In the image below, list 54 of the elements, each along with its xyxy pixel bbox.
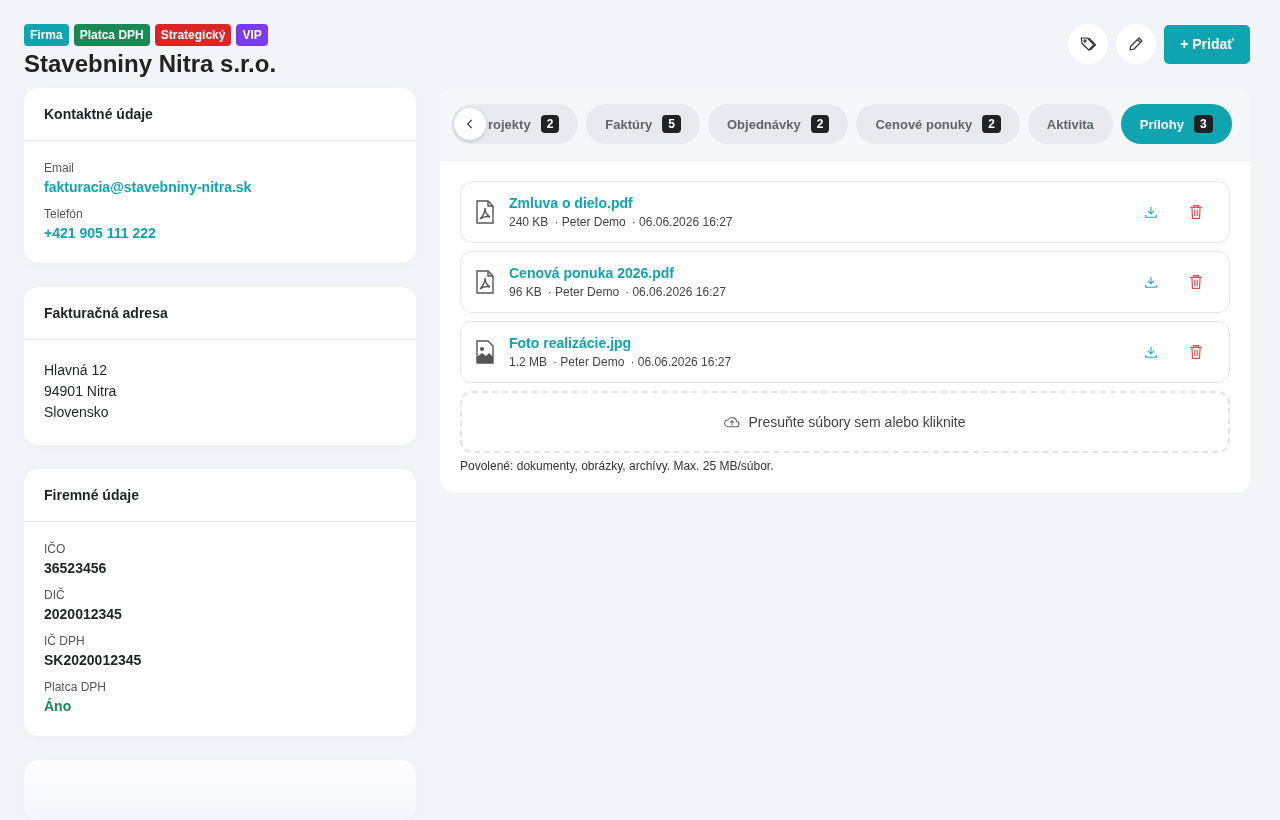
- field-label: Platca DPH: [44, 680, 108, 694]
- file-date: · 06.06.2026 16:27: [625, 285, 726, 299]
- field-value: 36523456: [44, 560, 108, 576]
- field-label: IČ DPH: [44, 634, 86, 648]
- field-label: IČO: [44, 542, 67, 556]
- field-label: DIČ: [44, 588, 66, 602]
- count-badge: 5: [662, 115, 681, 133]
- tab[interactable]: Prílohy 3: [1120, 104, 1232, 144]
- pdf-file-icon: [475, 200, 495, 224]
- count-badge: 2: [810, 115, 830, 133]
- file-size: 240 KB: [509, 215, 549, 229]
- count-badge: 3: [1193, 115, 1213, 133]
- file-link[interactable]: Foto realizácie.jpg: [509, 335, 1121, 351]
- upload-dropzone[interactable]: Presuňte súbory sem alebo kliknite: [460, 391, 1230, 453]
- image-file-icon: [475, 340, 495, 364]
- file-author: · Peter Demo: [554, 215, 626, 229]
- tag-icon[interactable]: [1068, 24, 1109, 64]
- count-badge: 2: [540, 115, 560, 133]
- contact-link[interactable]: +421 905 111 222: [44, 225, 396, 241]
- field-label: Telefón: [44, 207, 84, 221]
- card-title: Kontaktné údaje: [24, 88, 416, 141]
- file-author: · Peter Demo: [553, 355, 625, 369]
- file-link[interactable]: Cenová ponuka 2026.pdf: [509, 265, 1121, 281]
- address-line: 94901 Nitra: [44, 383, 118, 400]
- add-button[interactable]: + Pridať: [1164, 24, 1250, 64]
- tab[interactable]: Faktúry 5: [586, 104, 700, 144]
- file-link[interactable]: Zmluva o dielo.pdf: [509, 195, 1121, 211]
- field-value: Áno: [44, 698, 73, 714]
- file-date: · 06.06.2026 16:27: [630, 355, 732, 369]
- tab[interactable]: Aktivita: [1027, 104, 1113, 144]
- card-title: Fakturačná adresa: [24, 287, 416, 340]
- address-line: Hlavná 12: [44, 362, 109, 379]
- file-date: · 06.06.2026 16:27: [631, 215, 733, 229]
- pdf-file-icon: [475, 270, 495, 294]
- field-value: 2020012345: [44, 606, 123, 622]
- card-title: Firemné údaje: [24, 469, 416, 522]
- contact-link[interactable]: fakturacia@stavebniny-nitra.sk: [44, 179, 396, 195]
- field-value: SK2020012345: [44, 652, 143, 668]
- tag-badge: VIP: [236, 24, 268, 46]
- edit-icon[interactable]: [1116, 24, 1157, 64]
- tab[interactable]: Objednávky 2: [708, 104, 849, 144]
- tab[interactable]: Cenové ponuky 2: [856, 104, 1020, 144]
- cloud-upload-icon: [724, 415, 741, 429]
- tag-badge: Strategický: [154, 24, 232, 46]
- count-badge: 2: [982, 115, 1001, 133]
- company-title: Stavebniny Nitra s.r.o.: [24, 50, 277, 78]
- tag-badge: Firma: [24, 24, 69, 46]
- address-line: Slovensko: [44, 404, 110, 421]
- tag-badge: Platca DPH: [73, 24, 150, 46]
- upload-note: Povolené: dokumenty, obrázky, archívy. Max. 25 MB/súbor.: [460, 459, 775, 473]
- field-label: Email: [44, 161, 75, 175]
- file-size: 96 KB: [509, 285, 542, 299]
- file-size: 1.2 MB: [509, 355, 547, 369]
- file-author: · Peter Demo: [547, 285, 620, 299]
